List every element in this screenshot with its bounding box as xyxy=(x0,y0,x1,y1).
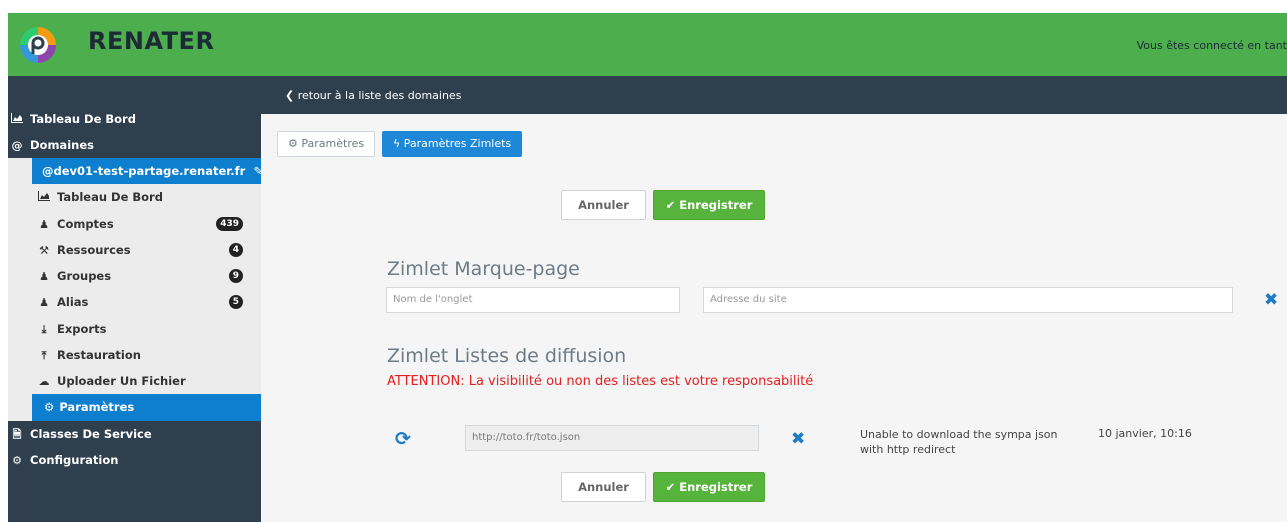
users-icon: ♟ xyxy=(39,270,49,283)
tab-name-input[interactable]: Nom de l'onglet xyxy=(386,287,680,313)
count-badge: 4 xyxy=(228,243,243,257)
cancel-button[interactable]: Annuler xyxy=(561,190,646,220)
subnav-item-label: Tableau De Bord xyxy=(57,190,163,204)
subnav-item-label: Paramètres xyxy=(59,400,135,414)
visibility-warning: ATTENTION: La visibilité ou non des list… xyxy=(387,374,814,389)
upload-icon: ⤒ xyxy=(41,349,47,362)
main-content xyxy=(261,114,1287,522)
file-icon: 🗎 xyxy=(12,428,22,441)
wrench-icon: ⚒ xyxy=(39,244,49,257)
sidebar-item-label: Domaines xyxy=(30,138,94,152)
user-plus-icon: ♟ xyxy=(39,296,49,309)
lists-section-title: Zimlet Listes de diffusion xyxy=(387,345,627,367)
cancel-button-bottom[interactable]: Annuler xyxy=(561,472,646,502)
remove-bookmark-icon[interactable]: ✖ xyxy=(1264,292,1278,309)
sidebar-item-configuration[interactable]: ⚙ Configuration xyxy=(10,447,118,473)
connected-user-text: Vous êtes connecté en tant xyxy=(1136,39,1287,52)
tab-zimlet-settings[interactable]: ϟ Paramètres Zimlets xyxy=(382,131,523,157)
chevron-left-icon: ❮ xyxy=(285,89,295,102)
brand-name: RENATER xyxy=(88,27,215,55)
top-bar: RENATER Vous êtes connecté en tant xyxy=(8,13,1287,76)
sidebar-item-service-classes[interactable]: 🗎 Classes De Service xyxy=(10,421,152,447)
subnav-item-accounts[interactable]: ♟ Comptes 439 xyxy=(37,211,253,237)
tab-settings[interactable]: ⚙ Paramètres xyxy=(277,131,376,157)
cogs-icon: ⚙ xyxy=(12,454,22,467)
sidebar-item-dashboard[interactable]: Tableau De Bord xyxy=(10,106,136,132)
back-link-label: retour à la liste des domaines xyxy=(297,89,462,102)
subnav-item-upload-file[interactable]: ☁ Uploader Un Fichier xyxy=(37,368,186,394)
remove-list-icon[interactable]: ✖ xyxy=(791,431,805,448)
subnav-item-groups[interactable]: ♟ Groupes 9 xyxy=(37,263,253,289)
partage-logo[interactable] xyxy=(18,25,58,65)
list-date-text: 10 janvier, 10:16 xyxy=(1098,427,1192,440)
count-badge: 439 xyxy=(216,217,243,231)
subnav-item-dashboard[interactable]: Tableau De Bord xyxy=(37,184,163,210)
bolt-icon: ϟ xyxy=(393,137,401,150)
at-icon: @ xyxy=(11,139,23,152)
sidebar-item-label: Classes De Service xyxy=(30,427,152,441)
subnav-item-settings[interactable]: ⚙ Paramètres xyxy=(32,394,261,421)
area-chart-icon xyxy=(10,107,24,133)
sidebar-item-current-domain[interactable]: @dev01-test-partage.renater.fr ✎ xyxy=(32,158,263,184)
save-label: Enregistrer xyxy=(679,198,753,212)
back-to-domains-link[interactable]: ❮ retour à la liste des domaines xyxy=(285,89,461,102)
subnav-item-label: Exports xyxy=(57,322,107,336)
cog-icon: ⚙ xyxy=(288,137,298,150)
subnav-item-exports[interactable]: ⤓ Exports xyxy=(37,316,107,342)
bookmark-section-title: Zimlet Marque-page xyxy=(387,258,580,280)
subnav-item-label: Groupes xyxy=(57,269,112,283)
list-status-text: Unable to download the sympa json with h… xyxy=(860,428,1058,456)
sidebar-item-domains[interactable]: @ Domaines xyxy=(10,132,94,158)
download-icon: ⤓ xyxy=(41,323,47,336)
tab-label: Paramètres xyxy=(301,137,365,150)
domain-label: @dev01-test-partage.renater.fr xyxy=(42,164,246,178)
check-icon: ✔ xyxy=(665,198,676,212)
cloud-upload-icon: ☁ xyxy=(38,375,50,388)
area-chart-icon xyxy=(37,185,51,211)
sidebar-item-label: Tableau De Bord xyxy=(30,112,136,126)
user-icon: ♟ xyxy=(39,218,49,231)
subnav-item-label: Uploader Un Fichier xyxy=(57,374,186,388)
save-button-bottom[interactable]: ✔ Enregistrer xyxy=(653,472,765,502)
subnav-item-label: Alias xyxy=(57,295,89,309)
tab-label: Paramètres Zimlets xyxy=(403,137,512,150)
sympa-url-input[interactable]: http://toto.fr/toto.json xyxy=(465,425,759,451)
count-badge: 5 xyxy=(228,295,243,309)
subnav-item-label: Ressources xyxy=(57,243,131,257)
count-badge: 9 xyxy=(228,269,243,283)
check-icon: ✔ xyxy=(665,480,676,494)
site-url-input[interactable]: Adresse du site xyxy=(703,287,1233,313)
subnav-item-alias[interactable]: ♟ Alias 5 xyxy=(37,289,253,315)
refresh-icon[interactable]: ⟳ xyxy=(395,428,411,450)
save-button[interactable]: ✔ Enregistrer xyxy=(653,190,765,220)
save-label: Enregistrer xyxy=(679,480,753,494)
cog-icon: ⚙ xyxy=(44,400,55,414)
subnav-item-label: Restauration xyxy=(57,348,141,362)
subnav-item-label: Comptes xyxy=(57,217,114,231)
sidebar-item-label: Configuration xyxy=(30,453,119,467)
subnav-item-resources[interactable]: ⚒ Ressources 4 xyxy=(37,237,253,263)
subnav-item-restore[interactable]: ⤒ Restauration xyxy=(37,342,141,368)
